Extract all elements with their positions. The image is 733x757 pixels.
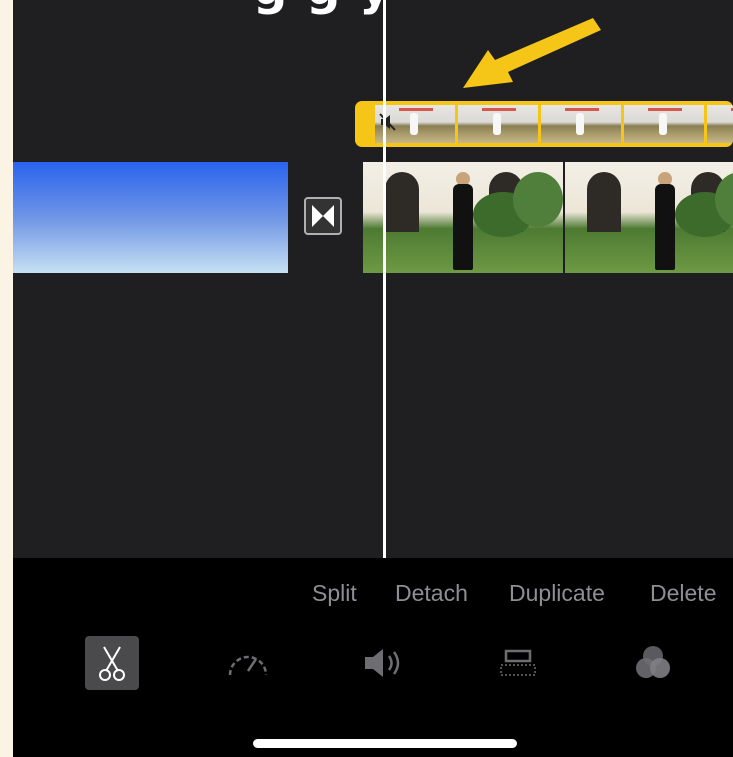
video-thumbnail (363, 162, 563, 273)
tab-actions[interactable] (85, 636, 139, 690)
cropped-heading-text: g g y (253, 0, 391, 16)
home-indicator[interactable] (253, 739, 517, 748)
tab-filters[interactable] (626, 636, 680, 690)
transition-bowtie-icon (312, 205, 334, 227)
speaker-muted-icon (379, 113, 396, 131)
delete-button[interactable]: Delete (650, 580, 716, 607)
blue-gradient-clip[interactable] (13, 162, 288, 273)
overlay-video-clip-selected[interactable] (355, 101, 733, 147)
filters-icon (636, 646, 670, 678)
volume-icon (365, 649, 400, 677)
duplicate-button[interactable]: Duplicate (509, 580, 605, 607)
annotation-arrow-icon (463, 18, 601, 88)
speedometer-icon (228, 655, 268, 676)
timeline-editor: g g y (13, 0, 733, 757)
overlay-thumbnail (707, 105, 733, 143)
editing-toolbar: Split Detach Duplicate Delete (13, 558, 733, 757)
overlay-thumbnail (541, 105, 621, 143)
playhead[interactable] (383, 0, 386, 558)
tab-speed[interactable] (221, 636, 275, 690)
tool-tabs (13, 636, 733, 692)
title-overlay-icon (500, 649, 536, 676)
clip-action-bar: Split Detach Duplicate Delete (13, 580, 733, 610)
overlay-clip-thumbnails (375, 105, 733, 143)
garden-video-clip[interactable] (363, 162, 733, 273)
tab-titles[interactable] (491, 636, 545, 690)
tab-volume[interactable] (356, 636, 410, 690)
scissors-icon (99, 646, 125, 681)
overlay-thumbnail (624, 105, 704, 143)
video-thumbnail (565, 162, 733, 273)
detach-button[interactable]: Detach (395, 580, 468, 607)
split-button[interactable]: Split (312, 580, 357, 607)
overlay-thumbnail (458, 105, 538, 143)
transition-button[interactable] (304, 197, 342, 235)
